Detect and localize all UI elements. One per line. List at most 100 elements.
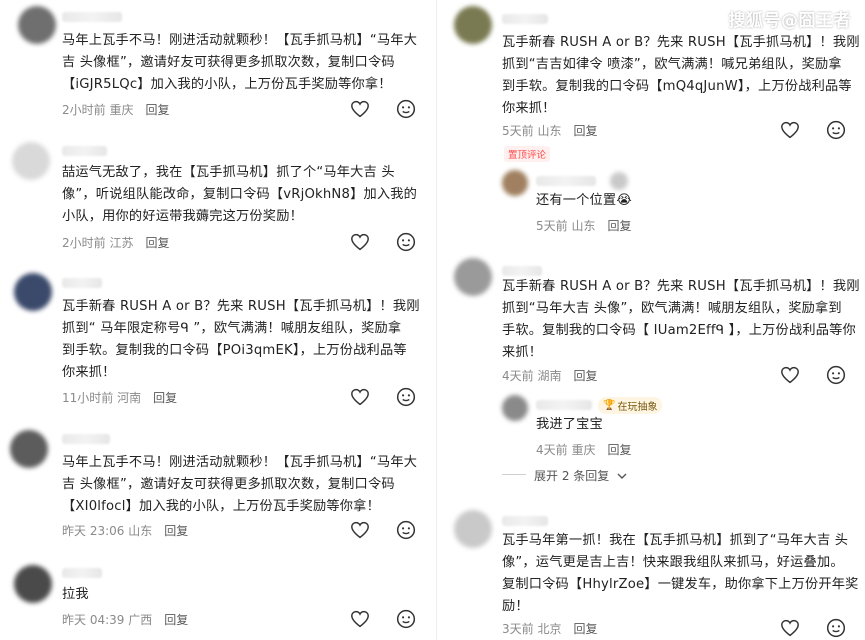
comment-meta: 3天前 北京 回复 [502, 620, 597, 637]
emoji-icon[interactable] [826, 618, 846, 638]
reply-text: 我进了宝宝 [536, 417, 603, 432]
username-blurred[interactable] [62, 278, 102, 288]
emoji-icon[interactable] [826, 120, 846, 140]
avatar[interactable] [14, 565, 52, 603]
comment-time-location: 5天前 山东 [536, 219, 596, 233]
reply-button[interactable]: 回复 [145, 103, 169, 117]
avatar[interactable] [454, 258, 492, 296]
comment-time-location: 昨天 04:39 广西 [62, 613, 153, 627]
comment-text-line: 到手软。复制我的口令码【POi3qmEK】，上万份战利品等 [62, 343, 407, 358]
emoji-icon[interactable] [826, 365, 846, 385]
comment-meta: 11小时前 河南 回复 [62, 389, 177, 406]
username-blurred[interactable] [502, 266, 542, 276]
comment-text-line: 马年上瓦手不马！刚进活动就颗秒！【瓦手抓马机】“马年大 [62, 33, 418, 48]
reply-text: 还有一个位置😭 [536, 193, 632, 208]
comment-text-line: 吉 头像框”，邀请好友可获得更多抓取次数，复制口令码 [62, 55, 395, 70]
comment-text-line: 来抓！ [502, 345, 543, 360]
reply-button[interactable]: 回复 [607, 219, 631, 233]
reply-button[interactable]: 回复 [573, 124, 597, 138]
avatar[interactable] [12, 142, 50, 180]
thread-line [502, 474, 526, 475]
avatar[interactable] [14, 273, 52, 311]
comment-meta: 5天前 山东 回复 [502, 122, 597, 139]
expand-replies-button[interactable]: 展开 2 条回复 [534, 467, 627, 484]
username-blurred[interactable] [62, 12, 122, 22]
comment-meta: 2小时前 重庆 回复 [62, 101, 169, 118]
comment-text-line: 喆运气无敌了，我在【瓦手抓马机】抓了个“马年大吉 头 [62, 165, 395, 180]
comment-text-line: 抓到“马年大吉 头像”，欧气满满！喊朋友组队，奖励拿到 [502, 301, 842, 316]
reply-button[interactable]: 回复 [164, 524, 188, 538]
avatar[interactable] [502, 170, 528, 196]
comment-text-line: 你来抓！ [502, 101, 556, 116]
username-blurred[interactable] [536, 176, 596, 186]
avatar[interactable] [454, 6, 492, 44]
heart-icon[interactable] [350, 388, 370, 406]
comment-text-line: 吉 头像框”，邀请好友可获得更多抓取次数，复制口令码 [62, 477, 395, 492]
username-blurred[interactable] [502, 516, 548, 526]
column-divider [436, 0, 437, 640]
comment-text-line: 小队，用你的好运带我薅完这万份奖励！ [62, 209, 303, 224]
emoji-icon[interactable] [396, 387, 416, 407]
comment-text-line: 到手软。复制我的口令码【mQ4qJunW】，上万份战利品等 [502, 79, 852, 94]
comment-meta: 5天前 山东 回复 [536, 217, 631, 234]
comment-text-line: 抓到“吉吉如律令 喷漆”，欧气满满！喊兄弟组队，奖励拿 [502, 57, 842, 72]
comment-text-line: 你来抓！ [62, 365, 116, 380]
comment-text-line: 瓦手新春 RUSH A or B？先来 RUSH【瓦手抓马机】！我刚 [502, 279, 860, 294]
username-blurred[interactable] [502, 14, 548, 24]
emoji-icon[interactable] [396, 232, 416, 252]
emoji-icon[interactable] [396, 520, 416, 540]
reply-button[interactable]: 回复 [153, 391, 177, 405]
comment-text-line: 手软。复制我的口令码【 IUam2Effᑫ 】，上万份战利品等你 [502, 323, 856, 338]
avatar[interactable] [10, 430, 48, 468]
comment-meta: 昨天 23:06 山东 回复 [62, 522, 188, 539]
comment-meta: 2小时前 江苏 回复 [62, 234, 169, 251]
comment-time-location: 4天前 重庆 [536, 443, 596, 457]
user-tag-badge: 🏆 在玩抽象 [598, 397, 663, 414]
avatar[interactable] [454, 510, 492, 548]
avatar[interactable] [502, 395, 528, 421]
comment-meta: 4天前 重庆 回复 [536, 441, 631, 458]
comments-column-right: 瓦手新春 RUSH A or B？先来 RUSH【瓦手抓马机】！我刚 抓到“吉吉… [440, 0, 865, 640]
heart-icon[interactable] [350, 233, 370, 251]
comment-text-line: 拉我 [62, 587, 89, 602]
reply-button[interactable]: 回复 [607, 443, 631, 457]
comment-text-line: 马年上瓦手不马！刚进活动就颗秒！【瓦手抓马机】“马年大 [62, 455, 418, 470]
comment-time-location: 3天前 北京 [502, 622, 562, 636]
comment-time-location: 11小时前 河南 [62, 391, 142, 405]
username-blurred[interactable] [536, 400, 592, 410]
heart-icon[interactable] [350, 610, 370, 628]
heart-icon[interactable] [350, 100, 370, 118]
comment-text-line: 复制口令码【HhylrZoe】一键发车，助你拿下上万份开年奖 [502, 577, 859, 592]
comment-text-line: 瓦手新春 RUSH A or B？先来 RUSH【瓦手抓马机】！我刚 [502, 35, 860, 50]
emoji-icon[interactable] [396, 99, 416, 119]
user-tag-label: 在玩抽象 [617, 402, 658, 413]
avatar[interactable] [18, 6, 56, 44]
comment-meta: 4天前 湖南 回复 [502, 367, 597, 384]
username-blurred[interactable] [62, 146, 107, 156]
pinned-comment-badge: 置顶评论 [504, 146, 551, 162]
comment-text-line: 【XI0lfocl】加入我的小队，上万份瓦手奖励等你拿！ [62, 499, 380, 514]
avatar-secondary [610, 172, 628, 190]
reply-button[interactable]: 回复 [164, 613, 188, 627]
comment-text-line: 像”，听说组队能改命，复制口令码【vRjOkhN8】加入我的 [62, 187, 418, 202]
chevron-down-icon [617, 469, 627, 483]
emoji-icon[interactable] [396, 609, 416, 629]
comment-time-location: 4天前 湖南 [502, 369, 562, 383]
trophy-icon: 🏆 [603, 400, 616, 411]
heart-icon[interactable] [780, 366, 800, 384]
heart-icon[interactable] [350, 521, 370, 539]
heart-icon[interactable] [780, 619, 800, 637]
heart-icon[interactable] [780, 121, 800, 139]
comment-time-location: 昨天 23:06 山东 [62, 524, 153, 538]
reply-button[interactable]: 回复 [145, 236, 169, 250]
comment-time-location: 2小时前 江苏 [62, 236, 134, 250]
comment-text-line: 【iGJR5LQc】加入我的小队，上万份瓦手奖励等你拿！ [62, 77, 392, 92]
comment-text-line: 励！ [502, 599, 529, 614]
comment-time-location: 5天前 山东 [502, 124, 562, 138]
reply-button[interactable]: 回复 [573, 369, 597, 383]
comment-meta: 昨天 04:39 广西 回复 [62, 611, 188, 628]
comment-time-location: 2小时前 重庆 [62, 103, 134, 117]
username-blurred[interactable] [62, 568, 102, 578]
username-blurred[interactable] [62, 434, 110, 444]
reply-button[interactable]: 回复 [573, 622, 597, 636]
